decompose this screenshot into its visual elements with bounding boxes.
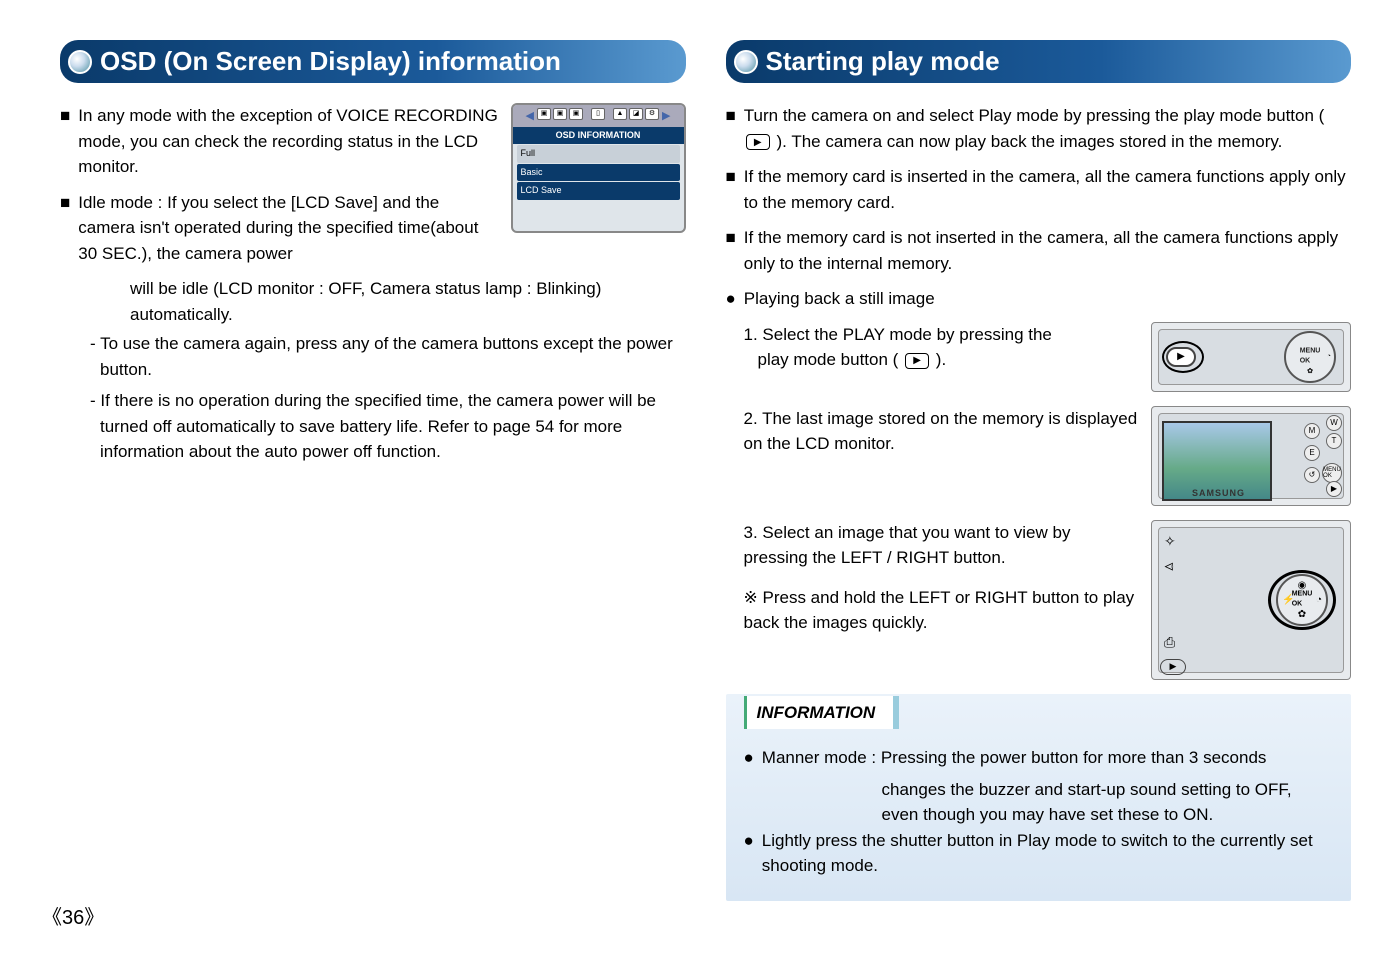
brand-label: SAMSUNG: [1192, 487, 1245, 501]
dot-bullet-icon: ●: [744, 745, 754, 771]
left-dash-2: - If there is no operation during the sp…: [88, 388, 686, 465]
osd-menu-illustration: ◀ ▣▣▣ ▯ ▲◪⚙ ▶ OSD INFORMATION Full Basic…: [511, 103, 686, 233]
left-dash-1: - To use the camera again, press any of …: [88, 331, 686, 382]
information-box: INFORMATION ● Manner mode : Pressing the…: [726, 694, 1352, 901]
left-para-2-lead: Idle mode : If you select the [LCD Save]…: [78, 190, 500, 267]
play-mode-icon: ▶: [746, 134, 770, 150]
right-section-title: Starting play mode: [726, 40, 1352, 83]
square-bullet-icon: ■: [726, 164, 736, 215]
osd-item-full: Full: [517, 145, 680, 163]
left-para-2-cont: will be idle (LCD monitor : OFF, Camera …: [60, 276, 686, 327]
square-bullet-icon: ■: [60, 103, 70, 180]
play-subhead: Playing back a still image: [744, 286, 935, 312]
info-item-1: Manner mode : Pressing the power button …: [762, 745, 1267, 771]
right-b2: If the memory card is inserted in the ca…: [744, 164, 1351, 215]
dot-bullet-icon: ●: [744, 828, 754, 879]
step-1b: play mode button (: [758, 350, 899, 369]
right-b1: Turn the camera on and select Play mode …: [744, 103, 1351, 154]
left-section-title: OSD (On Screen Display) information: [60, 40, 686, 83]
left-para-1: In any mode with the exception of VOICE …: [78, 103, 500, 180]
dpad-icon: MENUOK ◔ ✿: [1284, 331, 1336, 383]
page-number: 《36》: [42, 901, 104, 930]
osd-item-basic: Basic: [517, 164, 680, 182]
dot-bullet-icon: ●: [726, 286, 736, 312]
note-text: Press and hold the LEFT or RIGHT button …: [744, 588, 1135, 633]
square-bullet-icon: ■: [726, 225, 736, 276]
right-b3: If the memory card is not inserted in th…: [744, 225, 1351, 276]
step-1c: ).: [936, 350, 946, 369]
info-item-2: Lightly press the shutter button in Play…: [762, 828, 1333, 879]
info-item-1-cont: changes the buzzer and start-up sound se…: [744, 777, 1334, 828]
note-mark-icon: ※: [744, 588, 758, 607]
camera-dpad-illustration: MENUOK ⚡ ◔ ✿ ◉ ✧ ⏿ ⎙ ▶: [1151, 520, 1351, 680]
step-3: 3. Select an image that you want to view…: [744, 520, 1140, 571]
camera-lcd-illustration: W T M E ↺ MENUOK ▶ SAMSUNG: [1151, 406, 1351, 506]
osd-item-lcd-save: LCD Save: [517, 182, 680, 200]
information-heading: INFORMATION: [744, 696, 900, 730]
camera-play-button-illustration: ▶ MENUOK ◔ ✿: [1151, 322, 1351, 392]
play-mode-icon: ▶: [905, 353, 929, 369]
play-button-icon: ▶: [1166, 347, 1196, 367]
square-bullet-icon: ■: [726, 103, 736, 154]
dpad-icon: MENUOK ⚡ ◔ ✿ ◉: [1276, 574, 1328, 626]
step-1a: 1. Select the PLAY mode by pressing the: [744, 322, 1140, 348]
osd-header: OSD INFORMATION: [513, 127, 684, 145]
square-bullet-icon: ■: [60, 190, 70, 267]
step-2: 2. The last image stored on the memory i…: [744, 406, 1140, 457]
